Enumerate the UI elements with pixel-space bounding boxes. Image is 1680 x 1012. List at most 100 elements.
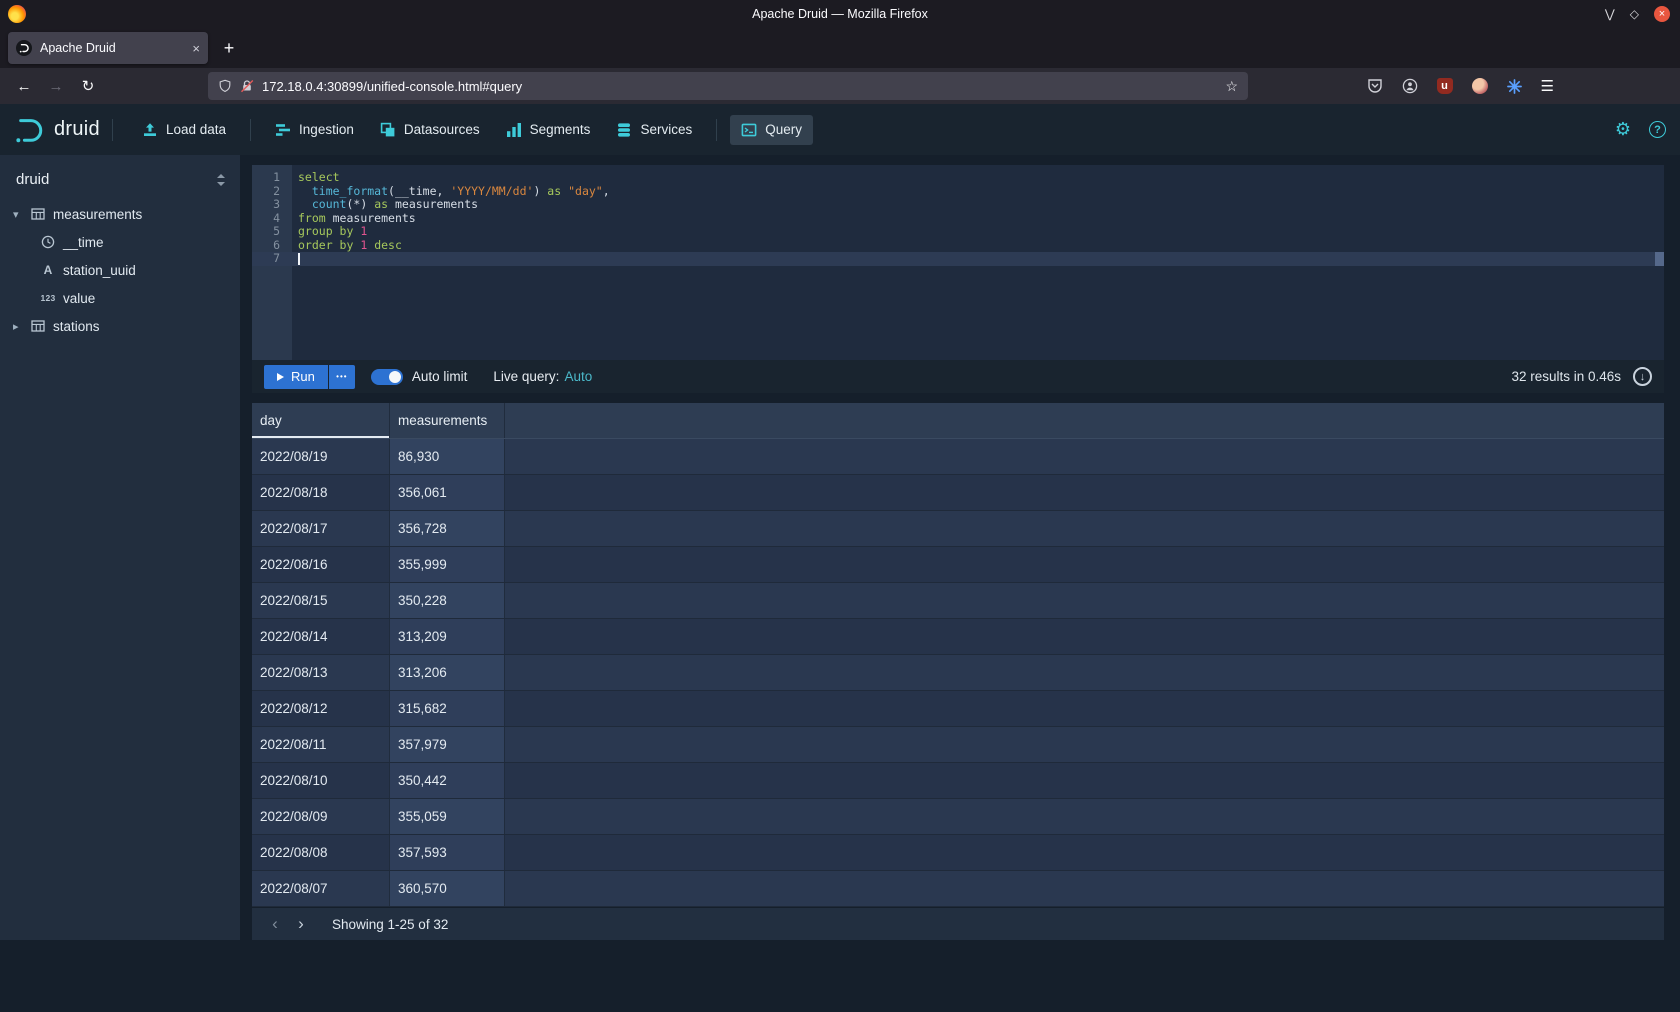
bookmark-star-icon[interactable]: ☆: [1225, 78, 1238, 95]
next-page-button[interactable]: ›: [288, 911, 314, 937]
row-filler: [505, 871, 1664, 906]
nav-item-load-data[interactable]: Load data: [131, 115, 237, 145]
new-tab-button[interactable]: +: [214, 33, 244, 63]
cell-day[interactable]: 2022/08/09: [252, 799, 390, 834]
cell-measurements[interactable]: 313,206: [390, 655, 505, 690]
window-close-button[interactable]: ×: [1654, 6, 1670, 22]
cell-measurements[interactable]: 355,059: [390, 799, 505, 834]
account-icon[interactable]: [1402, 78, 1418, 94]
tree-item-label: station_uuid: [63, 263, 136, 278]
chevron-right-icon[interactable]: ▸: [13, 320, 23, 333]
cell-measurements[interactable]: 356,728: [390, 511, 505, 546]
table-icon: [30, 207, 46, 221]
tree-item-label: value: [63, 291, 95, 306]
url-text[interactable]: 172.18.0.4:30899/unified-console.html#qu…: [262, 79, 1217, 94]
cell-day[interactable]: 2022/08/12: [252, 691, 390, 726]
cell-measurements[interactable]: 350,442: [390, 763, 505, 798]
gutter-line-number: 7: [252, 252, 292, 266]
tracking-protection-shield-icon[interactable]: [218, 79, 232, 93]
druid-logo-icon: [14, 116, 46, 144]
back-button[interactable]: ←: [8, 72, 40, 100]
cell-day[interactable]: 2022/08/14: [252, 619, 390, 654]
browser-tab[interactable]: Apache Druid ×: [8, 32, 208, 64]
tree-item-station-uuid[interactable]: Astation_uuid: [0, 256, 240, 284]
tree-item-measurements[interactable]: ▾measurements: [0, 200, 240, 228]
cell-measurements[interactable]: 357,593: [390, 835, 505, 870]
nav-item-label: Ingestion: [299, 122, 354, 137]
pocket-icon[interactable]: [1367, 78, 1383, 94]
tree-item-value[interactable]: 123value: [0, 284, 240, 312]
nav-item-segments[interactable]: Segments: [495, 115, 602, 145]
cell-day[interactable]: 2022/08/19: [252, 439, 390, 474]
code-line: group by 1: [292, 225, 1664, 239]
cell-day[interactable]: 2022/08/15: [252, 583, 390, 618]
table-row: 2022/08/15350,228: [252, 583, 1664, 619]
window-minimize-button[interactable]: ⋁: [1605, 8, 1615, 20]
run-button[interactable]: Run: [264, 365, 328, 389]
query-editor[interactable]: 1234567 select time_format(__time, 'YYYY…: [252, 165, 1664, 360]
url-bar[interactable]: 172.18.0.4:30899/unified-console.html#qu…: [208, 72, 1248, 100]
column-header-measurements[interactable]: measurements: [390, 403, 505, 438]
row-filler: [505, 691, 1664, 726]
table-row: 2022/08/08357,593: [252, 835, 1664, 871]
nav-item-ingestion[interactable]: Ingestion: [264, 115, 365, 145]
table-row: 2022/08/10350,442: [252, 763, 1664, 799]
druid-favicon: [16, 40, 32, 56]
browser-tab-bar: Apache Druid × +: [0, 28, 1680, 68]
cell-day[interactable]: 2022/08/18: [252, 475, 390, 510]
double-caret-vertical-icon[interactable]: [216, 173, 226, 187]
prev-page-button[interactable]: ‹: [262, 911, 288, 937]
datasources-icon: [380, 122, 396, 138]
editor-code[interactable]: select time_format(__time, 'YYYY/MM/dd')…: [292, 165, 1664, 360]
row-filler: [505, 583, 1664, 618]
cell-measurements[interactable]: 313,209: [390, 619, 505, 654]
gutter-line-number: 1: [252, 171, 292, 185]
cell-day[interactable]: 2022/08/10: [252, 763, 390, 798]
window-titlebar: Apache Druid — Mozilla Firefox ⋁ ◇ ×: [0, 0, 1680, 28]
cell-day[interactable]: 2022/08/17: [252, 511, 390, 546]
cell-measurements[interactable]: 360,570: [390, 871, 505, 906]
cell-measurements[interactable]: 350,228: [390, 583, 505, 618]
cell-day[interactable]: 2022/08/08: [252, 835, 390, 870]
ublock-icon[interactable]: u: [1437, 78, 1453, 94]
reload-button[interactable]: ↻: [72, 72, 104, 100]
tree-item---time[interactable]: __time: [0, 228, 240, 256]
live-query-value[interactable]: Auto: [564, 369, 592, 384]
table-icon: [30, 319, 46, 333]
insecure-lock-icon[interactable]: [240, 79, 254, 93]
cell-day[interactable]: 2022/08/16: [252, 547, 390, 582]
services-icon: [616, 122, 632, 138]
cell-day[interactable]: 2022/08/11: [252, 727, 390, 762]
cell-measurements[interactable]: 315,682: [390, 691, 505, 726]
druid-brand[interactable]: druid: [14, 116, 100, 144]
menu-icon[interactable]: ☰: [1541, 77, 1554, 95]
cell-measurements[interactable]: 355,999: [390, 547, 505, 582]
profile-avatar[interactable]: [1472, 78, 1488, 94]
cell-measurements[interactable]: 357,979: [390, 727, 505, 762]
auto-limit-toggle[interactable]: [371, 369, 403, 385]
help-icon[interactable]: ?: [1649, 121, 1666, 138]
nav-item-services[interactable]: Services: [605, 115, 703, 145]
cell-day[interactable]: 2022/08/13: [252, 655, 390, 690]
nav-item-query[interactable]: Query: [730, 115, 813, 145]
cell-measurements[interactable]: 86,930: [390, 439, 505, 474]
extension-icon[interactable]: [1507, 79, 1522, 94]
schema-name: druid: [16, 171, 49, 188]
nav-item-datasources[interactable]: Datasources: [369, 115, 491, 145]
download-results-icon[interactable]: ↓: [1633, 367, 1652, 386]
run-more-button[interactable]: •••: [329, 365, 355, 389]
tree-item-stations[interactable]: ▸stations: [0, 312, 240, 340]
tab-close-icon[interactable]: ×: [192, 41, 200, 56]
window-maximize-button[interactable]: ◇: [1630, 8, 1639, 20]
run-bar: Run ••• Auto limit Live query: Auto 32 r…: [252, 360, 1664, 393]
row-filler: [505, 475, 1664, 510]
editor-scrollbar[interactable]: [1655, 252, 1664, 266]
settings-gear-icon[interactable]: ⚙: [1615, 119, 1631, 140]
cell-day[interactable]: 2022/08/07: [252, 871, 390, 906]
forward-button[interactable]: →: [40, 72, 72, 100]
column-header-day[interactable]: day: [252, 403, 390, 438]
chevron-down-icon[interactable]: ▾: [13, 208, 23, 221]
cell-measurements[interactable]: 356,061: [390, 475, 505, 510]
text-cursor: [298, 253, 300, 265]
code-line: count(*) as measurements: [292, 198, 1664, 212]
